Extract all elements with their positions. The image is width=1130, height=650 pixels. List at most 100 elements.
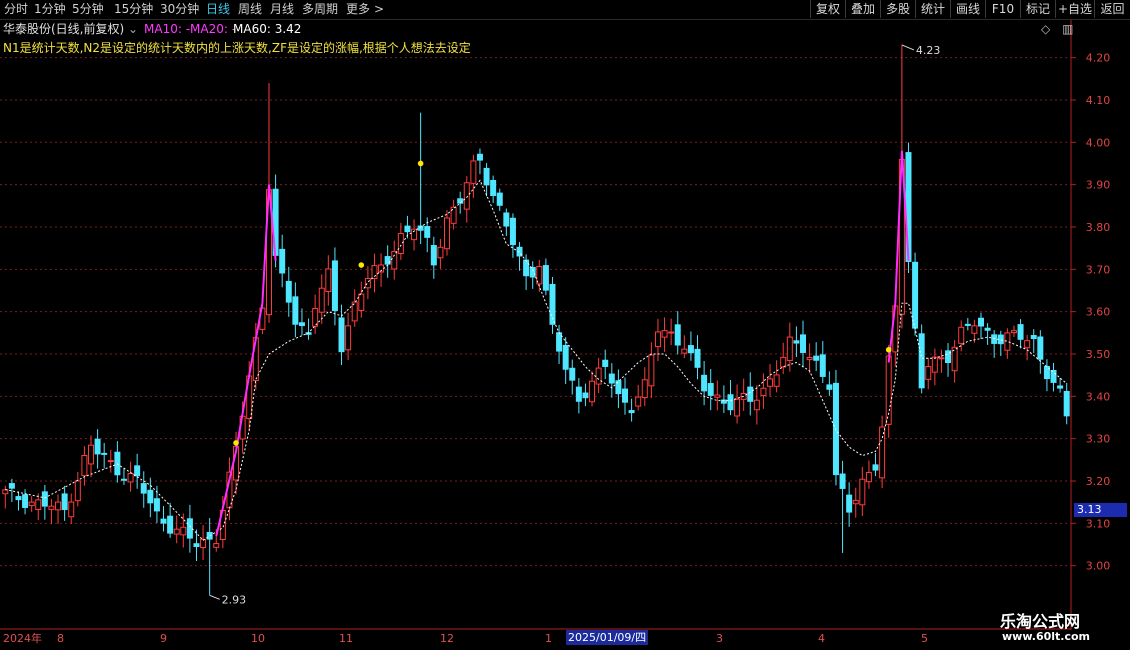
- candle-body: [687, 345, 694, 354]
- candle-body: [694, 348, 701, 368]
- candle-body: [918, 333, 925, 389]
- candle-body: [147, 489, 154, 504]
- period-tab-weekly[interactable]: 周线: [238, 2, 262, 17]
- multi-stock-button[interactable]: 多股: [880, 0, 915, 18]
- back-button[interactable]: 返回: [1094, 0, 1130, 18]
- watermark-url: www.60lt.com: [1002, 630, 1091, 643]
- candle-body: [2, 489, 9, 495]
- candle-body: [8, 483, 15, 489]
- candle-body: [865, 472, 872, 483]
- adjust-button[interactable]: 复权: [810, 0, 845, 18]
- stock-title[interactable]: 华泰股份(日线,前复权): [3, 20, 124, 38]
- candle-body: [1010, 330, 1017, 334]
- candle-body: [575, 386, 582, 402]
- date-label: 10: [251, 632, 265, 645]
- candle-body: [964, 323, 971, 326]
- candle-body: [292, 296, 299, 325]
- period-tab-monthly[interactable]: 月线: [270, 2, 294, 17]
- price-tick-label: 3.10: [1086, 517, 1111, 530]
- price-tick-label: 3.80: [1086, 221, 1111, 234]
- overlay-button[interactable]: 叠加: [845, 0, 880, 18]
- candle-body: [107, 460, 114, 463]
- candle-body: [48, 505, 55, 510]
- price-tick-label: 3.30: [1086, 433, 1111, 446]
- candle-body: [437, 246, 444, 259]
- candle-body: [55, 501, 62, 511]
- kline-chart[interactable]: 4.20 4.10 4.00 3.90 3.80 3.70 3.60 3.50 3.40 3.30…: [0, 20, 1130, 630]
- date-label: 4: [818, 632, 825, 645]
- price-tick-label: 3.70: [1086, 263, 1111, 276]
- candle-body: [793, 340, 800, 344]
- candle-body: [859, 478, 866, 506]
- diamond-icon[interactable]: ◇: [1041, 22, 1050, 36]
- low-label: 2.93: [222, 593, 247, 606]
- period-tab-30min[interactable]: 30分钟: [160, 2, 199, 17]
- period-tab-more[interactable]: 更多: [346, 2, 370, 17]
- candle-body: [786, 336, 793, 362]
- candle-body: [61, 493, 68, 511]
- candle-body: [542, 265, 549, 291]
- chevron-right-icon[interactable]: >: [374, 2, 384, 17]
- candle-body: [463, 182, 470, 210]
- price-tick-label: 3.40: [1086, 390, 1111, 403]
- statistics-button[interactable]: 统计: [915, 0, 950, 18]
- candle-body: [608, 373, 615, 384]
- period-tab-15min[interactable]: 15分钟: [114, 2, 153, 17]
- f10-button[interactable]: F10: [985, 0, 1020, 18]
- candle-body: [635, 396, 642, 407]
- candle-body: [760, 387, 767, 396]
- candle-body: [938, 357, 945, 360]
- candle-body: [503, 212, 510, 227]
- candle-body: [1057, 385, 1064, 389]
- mark-button[interactable]: 标记: [1020, 0, 1055, 18]
- candle-body: [391, 251, 398, 270]
- candle-body: [661, 330, 668, 338]
- chevron-down-icon[interactable]: ⌄: [128, 20, 138, 38]
- date-label: 8: [57, 632, 64, 645]
- candle-body: [846, 494, 853, 513]
- add-favorite-button[interactable]: +自选: [1055, 0, 1094, 18]
- candle-body: [279, 248, 286, 274]
- candle-body: [15, 496, 22, 501]
- candle-body: [852, 499, 859, 505]
- low-pointer: [209, 594, 220, 600]
- candle-body: [81, 454, 88, 477]
- candle-body: [68, 501, 75, 518]
- ma20-value: MA20: -: [190, 22, 237, 36]
- period-tab-5min[interactable]: 5分钟: [72, 2, 104, 17]
- candle-body: [872, 464, 879, 471]
- candle-body: [444, 217, 450, 250]
- price-tick-label: 4.00: [1086, 136, 1111, 149]
- candle-body: [668, 331, 675, 334]
- price-tick-label: 3.50: [1086, 348, 1111, 361]
- candle-body: [35, 499, 42, 511]
- draw-line-button[interactable]: 画线: [950, 0, 985, 18]
- period-tab-1min[interactable]: 1分钟: [34, 2, 66, 17]
- high-label: 4.23: [916, 44, 941, 57]
- candle-body: [1037, 336, 1044, 360]
- candle-body: [628, 410, 635, 414]
- candle-body: [984, 327, 991, 331]
- period-tab-multi[interactable]: 多周期: [302, 2, 338, 17]
- period-tab-daily[interactable]: 日线: [206, 2, 230, 17]
- candle-body: [997, 334, 1004, 345]
- candle-body: [167, 515, 174, 534]
- crosshair-date-label: 2025/01/09/四: [566, 630, 649, 645]
- candle-body: [476, 153, 483, 161]
- period-toolbar: 分时 1分钟 5分钟 15分钟 30分钟 日线 周线 月线 多周期 更多 > 复…: [0, 0, 1130, 20]
- candle-body: [602, 359, 609, 367]
- candle-body: [648, 354, 655, 387]
- price-tick-label: 3.90: [1086, 179, 1111, 192]
- candle-body: [180, 526, 187, 536]
- period-tab-minute-timeshare[interactable]: 分时: [4, 2, 28, 17]
- candle-body: [1050, 369, 1057, 383]
- candle-body: [331, 260, 338, 312]
- candle-body: [819, 354, 826, 377]
- candle-body: [622, 388, 628, 403]
- price-tick-label: 3.60: [1086, 306, 1111, 319]
- candle-body: [806, 356, 813, 361]
- candle-body: [714, 394, 721, 398]
- candle-body: [641, 379, 648, 399]
- panel-toggle-icon[interactable]: ▥: [1062, 22, 1073, 36]
- candle-body: [931, 356, 938, 373]
